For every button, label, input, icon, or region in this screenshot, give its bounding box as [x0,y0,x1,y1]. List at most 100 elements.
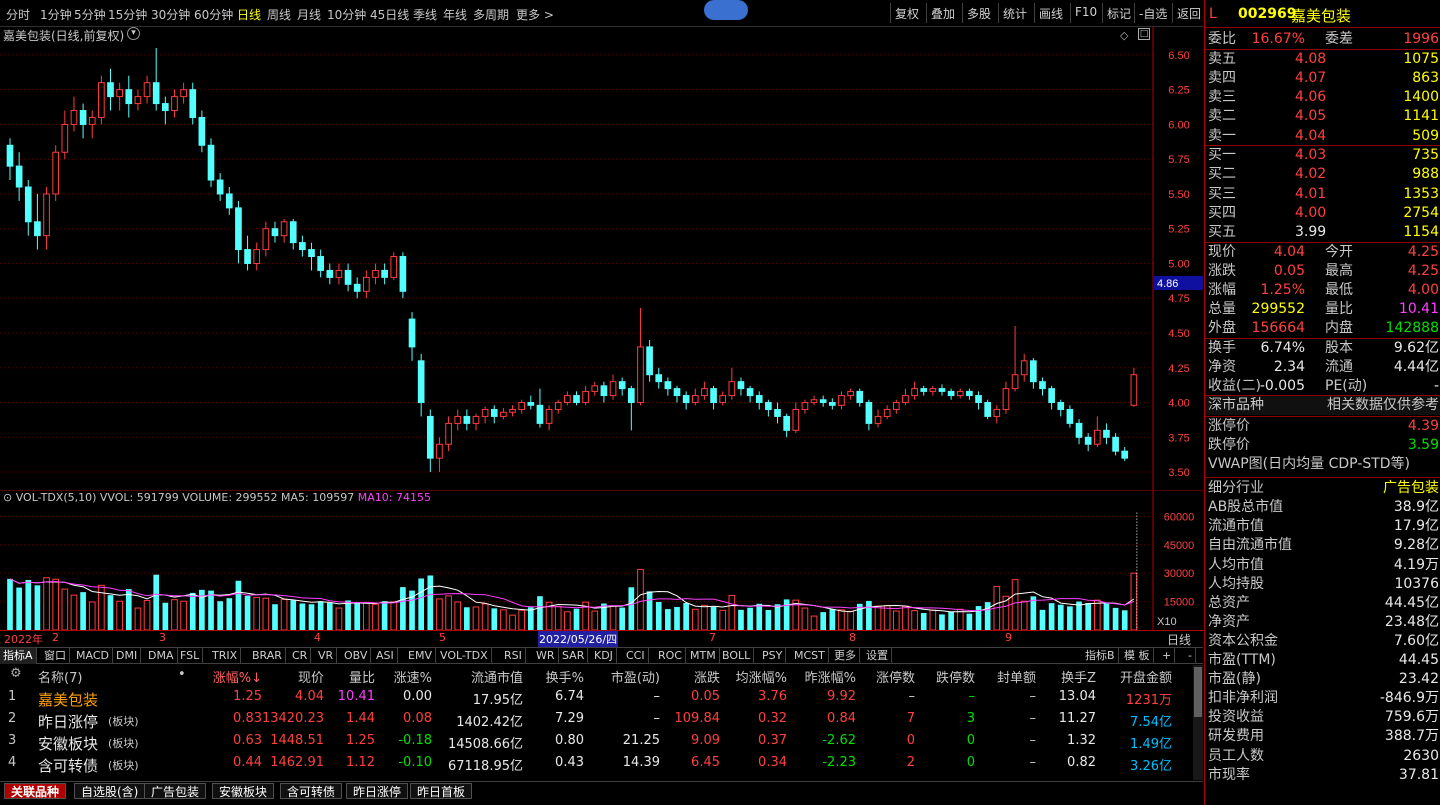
table-header-7[interactable]: 流通市值 [471,667,523,686]
toolbar-button-3[interactable]: 统计 [998,3,1031,23]
indicator-tab-8[interactable]: CR [289,648,312,664]
indicator-tab-10[interactable]: OBV [341,648,372,664]
period-2[interactable]: 5分钟 [74,6,106,23]
table-header-2[interactable]: • [178,667,186,682]
toolbar-button-8[interactable]: 返回 [1172,3,1205,23]
order-book-row[interactable]: 买四 4.00 2754 [1205,204,1440,223]
indicator-tab-7[interactable]: BRAR [249,648,286,664]
indicator-tab-15[interactable]: WR [533,648,559,664]
vwap-row[interactable]: VWAP图(日内均量 CDP-STD等) [1205,455,1440,474]
indicator-tab-9[interactable]: VR [315,648,338,664]
order-book-row[interactable]: 买一 4.03 735 [1205,146,1440,165]
volume-chart[interactable]: 60000 45000 30000 15000 X10 [0,490,1203,630]
indicator-tab-13[interactable]: VOL-TDX [437,648,492,664]
toolbar-button-7[interactable]: -自选 [1134,3,1171,23]
vwap-label[interactable]: VWAP图(日内均量 CDP-STD等) [1208,455,1410,474]
indicator-tab-11[interactable]: ASI [373,648,398,664]
indicator-tab-17[interactable]: KDJ [591,648,617,664]
table-scrollbar[interactable] [1193,665,1203,780]
chevron-down-icon[interactable]: ▾ [127,27,140,40]
period-0[interactable]: 分时 [6,6,30,23]
diamond-icon[interactable]: ◇ [1120,29,1128,42]
period-4[interactable]: 30分钟 [151,6,190,23]
table-header-8[interactable]: 换手% [546,667,584,686]
indicator-right-1[interactable]: 模 板 [1121,648,1154,664]
indicator-tab-24[interactable]: 更多 [831,648,860,664]
period-1[interactable]: 1分钟 [40,6,72,23]
indicator-tab-16[interactable]: SAR [559,648,589,664]
order-book-row[interactable]: 买三 4.01 1353 [1205,185,1440,204]
period-12[interactable]: 年线 [443,6,467,23]
table-row[interactable] [0,753,1193,774]
indicator-tab-2[interactable]: MACD [73,648,113,664]
bottom-tab-1[interactable]: 自选股(含) [74,783,146,799]
bottom-tab-4[interactable]: 含可转债 [280,783,343,799]
table-row[interactable] [0,687,1193,708]
table-header-3[interactable]: 涨幅%↓ [213,667,262,686]
table-header-11[interactable]: 均涨幅% [736,667,787,686]
bottom-tab-3[interactable]: 安徽板块 [212,783,275,799]
order-book-row[interactable]: 卖四 4.07 863 [1205,69,1440,88]
table-header-14[interactable]: 跌停数 [936,667,975,686]
maximize-icon[interactable]: □ [1138,28,1150,40]
table-header-17[interactable]: 开盘金额 [1120,667,1172,686]
table-header-5[interactable]: 量比 [349,667,375,686]
indicator-right-2[interactable]: + [1159,648,1176,664]
indicator-tab-20[interactable]: MTM [687,648,720,664]
table-header-12[interactable]: 昨涨幅% [805,667,856,686]
indicator-tab-21[interactable]: BOLL [719,648,755,664]
table-row[interactable] [0,731,1193,752]
period-3[interactable]: 15分钟 [108,6,147,23]
table-header-10[interactable]: 涨跌 [694,667,720,686]
indicator-right-0[interactable]: 指标B [1082,648,1119,664]
toolbar-button-5[interactable]: F10 [1070,3,1101,23]
toolbar-button-2[interactable]: 多股 [962,3,995,23]
order-book-row[interactable]: 卖二 4.05 1141 [1205,107,1440,126]
indicator-tab-22[interactable]: PSY [759,648,787,664]
bottom-tab-5[interactable]: 昨日涨停 [346,783,409,799]
order-book-row[interactable]: 买五 3.99 1154 [1205,223,1440,242]
period-14[interactable]: 更多 > [516,6,554,23]
period-11[interactable]: 季线 [413,6,437,23]
table-header-16[interactable]: 换手Z [1061,667,1096,686]
period-6[interactable]: 日线 [237,6,261,23]
settings-gear-icon[interactable]: ⚙ [10,666,22,681]
chevron-icon[interactable]: ⊙ [3,491,16,504]
bottom-tab-2[interactable]: 广告包装 [144,783,207,799]
indicator-tab-18[interactable]: CCI [623,648,649,664]
indicator-tab-3[interactable]: DMI [113,648,142,664]
table-header-1[interactable]: 名称(7) [38,667,82,686]
indicator-tab-25[interactable]: 设置 [863,648,892,664]
indicator-tab-5[interactable]: FSL [177,648,204,664]
bottom-tab-6[interactable]: 昨日首板 [410,783,473,799]
period-8[interactable]: 月线 [297,6,321,23]
table-header-15[interactable]: 封单额 [997,667,1036,686]
toolbar-button-0[interactable]: 复权 [890,3,923,23]
indicator-tab-14[interactable]: RSI [501,648,526,664]
toolbar-button-1[interactable]: 叠加 [926,3,959,23]
indicator-tab-4[interactable]: DMA [145,648,178,664]
indicator-tab-6[interactable]: TRIX [209,648,242,664]
table-header-13[interactable]: 涨停数 [876,667,915,686]
period-9[interactable]: 10分钟 [327,6,366,23]
order-book-row[interactable]: 卖三 4.06 1400 [1205,88,1440,107]
table-row[interactable] [0,709,1193,730]
bottom-tab-0[interactable]: 关联品种 [4,783,67,799]
indicator-tab-23[interactable]: MCST [791,648,829,664]
period-7[interactable]: 周线 [267,6,291,23]
table-header-6[interactable]: 涨速% [394,667,432,686]
order-book-row[interactable]: 卖一 4.04 509 [1205,127,1440,146]
period-5[interactable]: 60分钟 [194,6,233,23]
period-10[interactable]: 45日线 [370,6,409,23]
order-book-row[interactable]: 卖五 4.08 1075 [1205,50,1440,69]
table-header-4[interactable]: 现价 [298,667,324,686]
toolbar-button-4[interactable]: 画线 [1034,3,1067,23]
indicator-right-3[interactable]: - [1185,648,1196,664]
table-header-9[interactable]: 市盈(动) [611,667,660,686]
period-13[interactable]: 多周期 [473,6,509,23]
indicator-tab-1[interactable]: 窗口 [41,648,70,664]
indicator-tab-19[interactable]: ROC [655,648,686,664]
toolbar-button-6[interactable]: 标记 [1102,3,1135,23]
order-book-row[interactable]: 买二 4.02 988 [1205,165,1440,184]
indicator-tab-12[interactable]: EMV [405,648,436,664]
